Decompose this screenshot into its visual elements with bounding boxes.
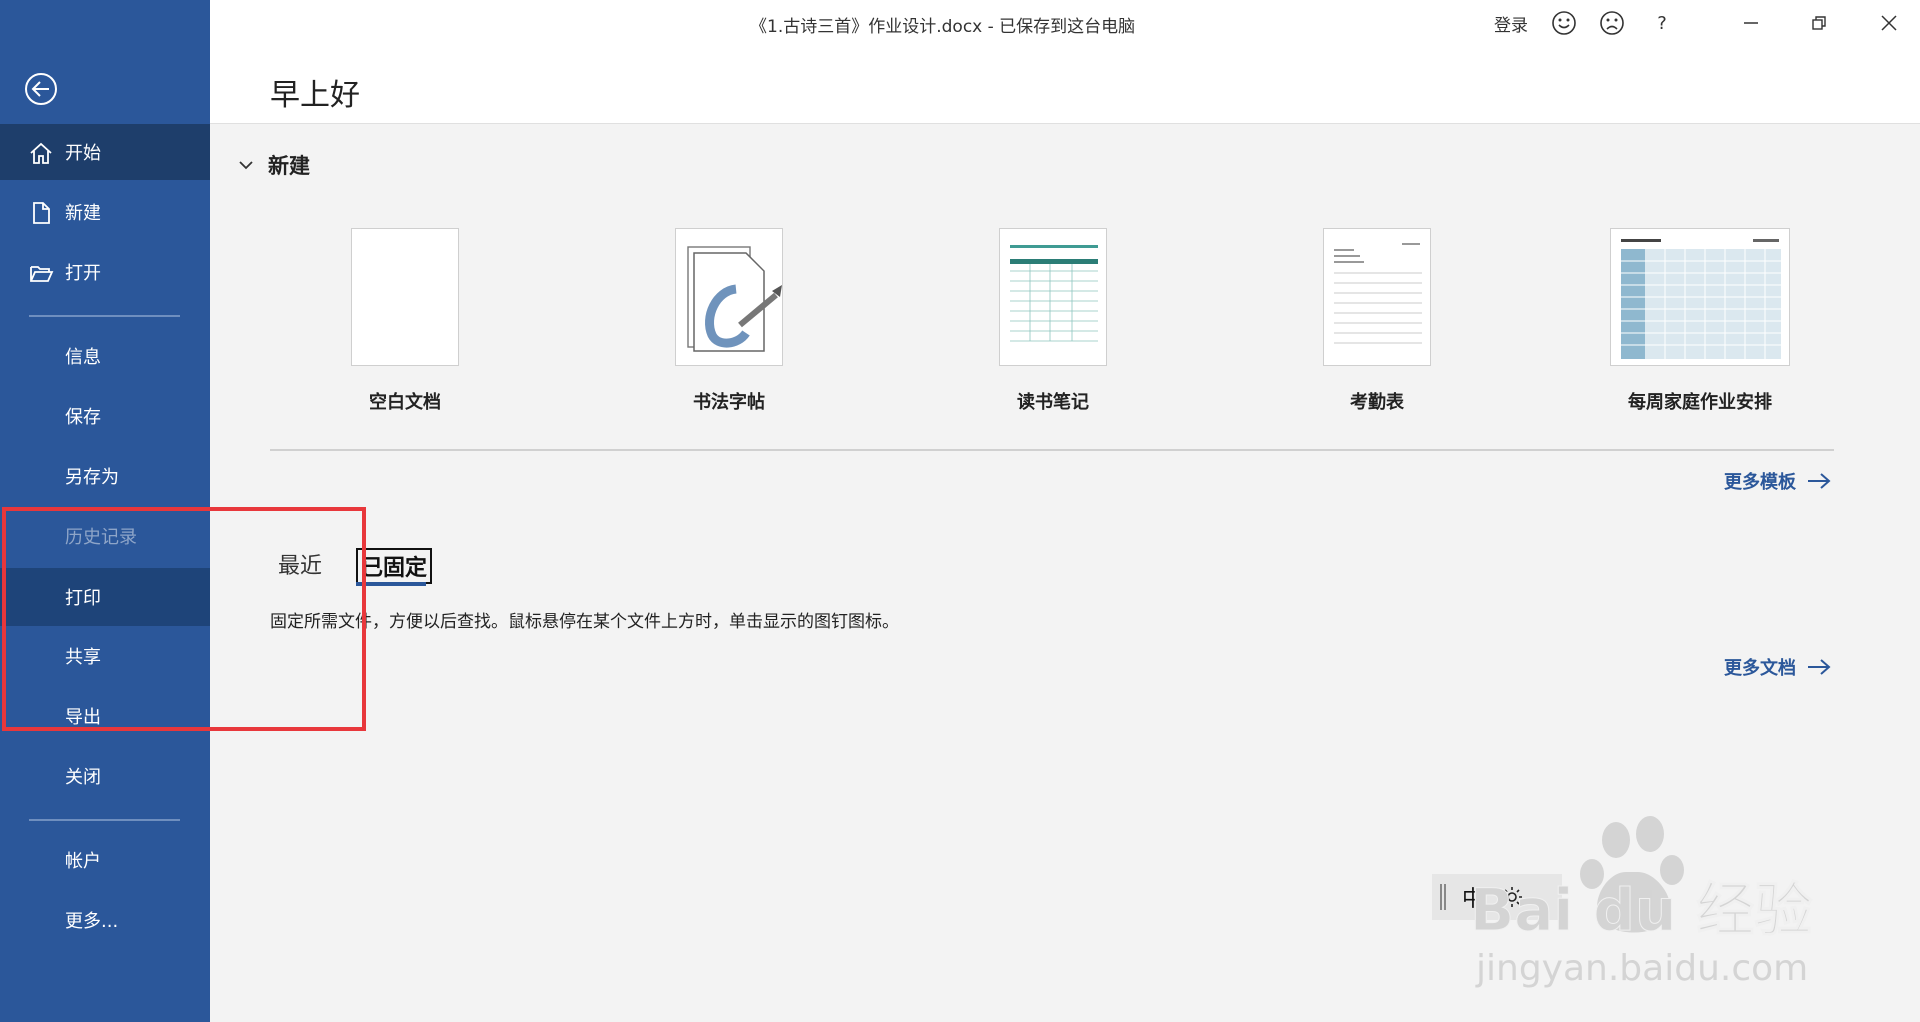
more-templates-label: 更多模板 xyxy=(1724,472,1796,493)
template-blank-document[interactable]: 空白文档 xyxy=(344,228,466,414)
sidebar-item-new[interactable]: 新建 xyxy=(0,184,210,240)
minimize-button[interactable] xyxy=(1738,10,1764,36)
template-thumbnail xyxy=(675,228,783,366)
restore-button[interactable] xyxy=(1806,10,1832,36)
template-attendance-sheet[interactable]: 考勤表 xyxy=(1314,228,1440,414)
chevron-down-icon xyxy=(239,161,253,170)
watermark-url: jingyan.baidu.com xyxy=(1475,948,1808,989)
back-arrow-icon[interactable] xyxy=(24,72,58,106)
sidebar-item-label: 关闭 xyxy=(65,767,101,788)
frown-feedback-button[interactable] xyxy=(1598,10,1626,36)
close-icon xyxy=(1881,15,1897,31)
login-button[interactable]: 登录 xyxy=(1494,10,1528,36)
backstage-header: 《1.古诗三首》作业设计.docx - 已保存到这台电脑 早上好 登录 ? xyxy=(210,0,1920,124)
template-label: 考勤表 xyxy=(1350,392,1404,413)
help-button[interactable]: ? xyxy=(1652,10,1672,36)
highlight-annotation-box xyxy=(2,507,366,731)
sidebar-item-label: 帐户 xyxy=(65,851,101,872)
sidebar-item-label: 开始 xyxy=(65,143,101,164)
more-documents-link[interactable]: 更多文档 xyxy=(1724,654,1832,680)
sidebar-item-more[interactable]: 更多... xyxy=(0,892,210,948)
template-reading-notes[interactable]: 读书笔记 xyxy=(990,228,1116,414)
reading-notes-preview xyxy=(1010,245,1098,342)
sidebar-divider xyxy=(29,819,180,821)
new-section-title: 新建 xyxy=(268,154,310,178)
arrow-right-icon xyxy=(1808,659,1831,675)
baidu-jingyan-watermark: Bai du 经验 jingyan.baidu.com xyxy=(1470,816,1813,989)
watermark-brand: Bai du 经验 xyxy=(1470,876,1812,944)
sidebar-item-label: 另存为 xyxy=(65,467,119,488)
weekly-homework-preview xyxy=(1621,239,1781,359)
template-calligraphy[interactable]: 书法字帖 xyxy=(666,228,792,414)
template-weekly-homework[interactable]: 每周家庭作业安排 xyxy=(1600,228,1800,414)
sidebar-item-label: 打开 xyxy=(65,263,101,284)
frown-icon xyxy=(1600,11,1624,35)
open-folder-icon xyxy=(30,266,54,282)
document-title: 《1.古诗三首》作业设计.docx - 已保存到这台电脑 xyxy=(750,17,1136,37)
sidebar-item-account[interactable]: 帐户 xyxy=(0,832,210,888)
new-section-toggle[interactable]: 新建 xyxy=(236,150,310,180)
template-label: 空白文档 xyxy=(369,392,441,413)
active-tab-underline xyxy=(356,582,426,586)
template-label: 读书笔记 xyxy=(1017,392,1089,413)
calligraphy-brush-icon xyxy=(687,246,782,352)
sidebar-item-label: 新建 xyxy=(65,203,101,224)
template-thumbnail xyxy=(1610,228,1790,366)
tab-pinned[interactable]: 已固定 xyxy=(356,548,433,584)
sidebar-divider xyxy=(29,315,180,317)
sidebar-item-save-as[interactable]: 另存为 xyxy=(0,448,210,504)
template-label: 书法字帖 xyxy=(693,392,765,413)
home-icon xyxy=(30,142,52,164)
greeting-title: 早上好 xyxy=(270,78,360,113)
template-thumbnail xyxy=(999,228,1107,366)
sidebar-item-save[interactable]: 保存 xyxy=(0,388,210,444)
smile-feedback-button[interactable] xyxy=(1550,10,1578,36)
attendance-preview xyxy=(1334,243,1422,344)
more-documents-label: 更多文档 xyxy=(1724,658,1796,679)
sidebar-item-label: 信息 xyxy=(65,347,101,368)
template-thumbnail xyxy=(1323,228,1431,366)
sidebar-item-home[interactable]: 开始 xyxy=(0,124,210,180)
sidebar-item-close[interactable]: 关闭 xyxy=(0,748,210,804)
more-templates-link[interactable]: 更多模板 xyxy=(1724,468,1832,494)
restore-icon xyxy=(1812,16,1826,30)
sidebar-item-info[interactable]: 信息 xyxy=(0,328,210,384)
drag-handle-icon[interactable] xyxy=(1440,884,1446,910)
section-divider xyxy=(270,449,1834,451)
template-label: 每周家庭作业安排 xyxy=(1628,392,1772,413)
smile-icon xyxy=(1552,11,1576,35)
close-window-button[interactable] xyxy=(1876,10,1902,36)
sidebar-item-open[interactable]: 打开 xyxy=(0,244,210,300)
new-document-icon xyxy=(33,202,50,224)
sidebar-item-label: 更多... xyxy=(65,911,119,932)
template-thumbnail xyxy=(351,228,459,366)
sidebar-item-label: 保存 xyxy=(65,407,101,428)
minimize-icon xyxy=(1744,22,1758,24)
arrow-right-icon xyxy=(1808,473,1831,489)
